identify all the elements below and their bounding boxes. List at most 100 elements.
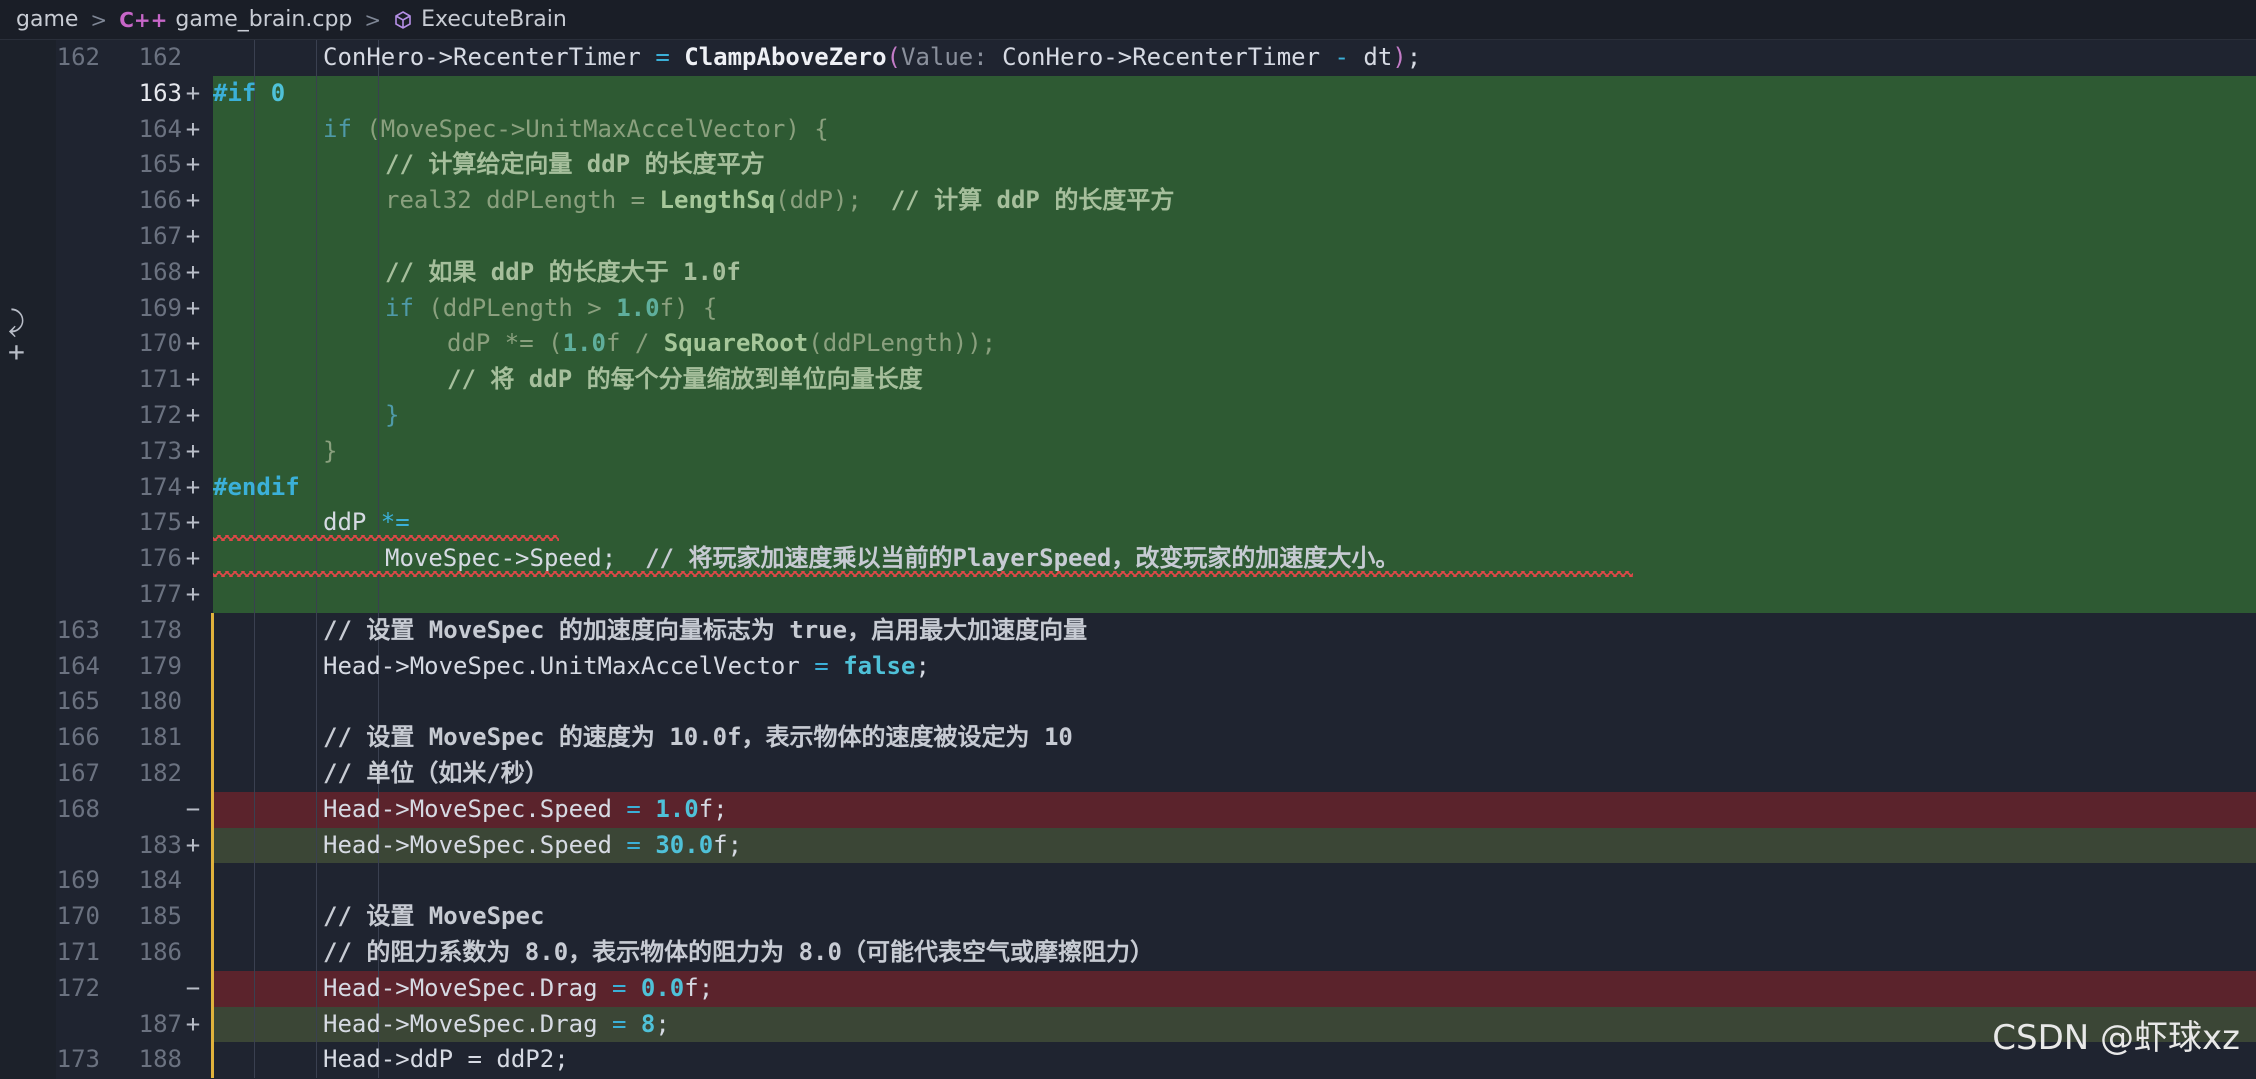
code-line[interactable]: 173 +} [0,433,2256,470]
old-line-number [50,398,100,434]
code-line[interactable]: 187 + Head->MoveSpec.Drag = 8; [0,1006,2256,1043]
code-line[interactable]: 171 186 // 的阻力系数为 8.0，表示物体的阻力为 8.0（可能代表空气或… [0,935,2256,971]
code-token: = [597,973,641,1002]
code-text: Head->MoveSpec.Speed = 1.0f; [213,792,728,828]
breadcrumb-file[interactable]: game_brain.cpp [175,7,352,32]
code-line[interactable]: 171 + // 将 ddP 的每个分量缩放到单位向量长度 [0,362,2256,398]
added-marker: + [185,293,201,322]
code-token: if [323,114,352,143]
code-text: ddP *= (1.0f / SquareRoot(ddPLength)); [213,326,996,362]
old-line-number: 166 [56,723,100,752]
code-token: Head->MoveSpec.UnitMaxAccelVector [323,651,800,680]
indent-guide [378,219,379,255]
removed-marker: − [185,973,201,1002]
indent-guide [378,433,379,470]
line-highlight [213,577,2256,613]
code-token: ; [915,651,930,680]
code-token: ConHero->RecenterTimer [987,43,1335,71]
added-marker: + [185,78,201,107]
code-line[interactable]: 163 178 // 设置 MoveSpec 的加速度向量标志为 true，启用最大… [0,612,2256,649]
code-line[interactable]: 165 + // 计算给定向量 ddP 的长度平方 [0,147,2256,184]
code-token: Head->MoveSpec.Drag [323,973,598,1002]
code-line[interactable]: 164 + if (MoveSpec->UnitMaxAccelVector) { [0,111,2256,148]
code-token: // 单位（如米/秒） [323,759,549,787]
indent-guide [316,684,317,721]
watermark: CSDN @虾球xz [1992,1018,2240,1058]
code-line[interactable]: 167 182 // 单位（如米/秒） [0,756,2256,792]
code-line[interactable]: 166 181 // 设置 MoveSpec 的速度为 10.0f，表示物体的速度被… [0,720,2256,756]
new-line-number [124,792,182,828]
indent-guide [254,863,255,900]
code-token: ddP *= ( [447,329,563,358]
gutter-marker [181,613,205,649]
code-token: real32 ddPLength = [385,186,660,215]
code-token: 0 [270,78,286,107]
gutter-marker [181,863,205,899]
code-token: 0.0 [640,973,685,1002]
new-line-number: 172 [138,401,182,429]
code-token: ; [1406,43,1422,71]
breadcrumb-symbol[interactable]: ExecuteBrain [421,7,567,32]
line-highlight [213,433,2256,470]
old-line-number [50,434,100,470]
code-line[interactable]: 169 + if (ddPLength > 1.0f) { [0,290,2256,327]
code-line[interactable]: 170 185 // 设置 MoveSpec [0,899,2256,935]
code-text: // 将 ddP 的每个分量缩放到单位向量长度 [213,362,923,398]
new-line-number: 176 [138,544,182,573]
added-marker: + [185,222,201,250]
code-text: // 如果 ddP 的长度大于 1.0f [213,255,741,291]
old-line-number: 163 [56,615,100,644]
code-line[interactable]: 183 + Head->MoveSpec.Speed = 30.0f; [0,827,2256,864]
code-line[interactable]: 172 +} [0,398,2256,434]
code-line[interactable]: 169 184 [0,863,2256,900]
breadcrumb-root[interactable]: game [16,7,78,32]
code-token: Head->MoveSpec.Drag [323,1009,598,1038]
code-line[interactable]: 168− Head->MoveSpec.Speed = 1.0f; [0,791,2256,828]
code-text: Head->MoveSpec.Drag = 0.0f; [213,971,713,1007]
code-line[interactable]: 168 + // 如果 ddP 的长度大于 1.0f [0,254,2256,291]
code-token: f; [684,973,714,1002]
code-token: ( [886,43,901,71]
new-line-number: 175 [138,508,182,537]
new-line-number: 170 [138,329,182,358]
code-line[interactable]: 172− Head->MoveSpec.Drag = 0.0f; [0,970,2256,1007]
code-line[interactable]: 166 + real32 ddPLength = LengthSq(ddP); //… [0,183,2256,219]
gutter-marker [181,756,205,792]
new-line-number: 188 [138,1045,182,1074]
old-line-number: 167 [56,759,100,787]
code-line[interactable]: 174 + #endif [0,469,2256,506]
indent-guide [378,684,379,721]
code-token: Head->MoveSpec.Speed [323,794,612,823]
code-line[interactable]: 164 179 Head->MoveSpec.UnitMaxAccelVector … [0,648,2256,685]
code-token: (ddPLength)); [808,329,997,358]
code-line[interactable]: 173 188 Head->ddP = ddP2; [0,1042,2256,1079]
code-token: f) { [659,293,718,322]
code-line[interactable]: 162 162 ConHero->RecenterTimer = ClampAbov… [0,40,2256,76]
gutter-marker [181,899,205,935]
code-text: // 计算给定向量 ddP 的长度平方 [213,147,765,183]
gutter-marker [181,935,205,971]
code-token: = [611,794,656,823]
old-line-number: 164 [56,651,100,680]
diff-editor[interactable]: ⤸ + 162 162 ConHero->RecenterTimer = Clamp… [0,40,2256,1079]
code-token: = [640,43,685,71]
code-token: 1.0 [562,329,606,358]
code-line[interactable]: 163 + #if 0 [0,75,2256,112]
code-token: 1.0 [655,794,699,823]
indent-guide [316,863,317,900]
code-line[interactable]: 167 + [0,219,2256,255]
line-highlight [213,75,2256,112]
code-text: // 设置 MoveSpec 的加速度向量标志为 true，启用最大加速度向量 [213,613,1087,649]
code-token: Value: [901,43,988,71]
code-text: } [213,434,337,470]
indent-guide [316,469,317,506]
line-highlight [213,219,2256,255]
code-line[interactable]: 170 + ddP *= (1.0f / SquareRoot(ddPLength)… [0,326,2256,363]
code-token: MoveSpec->Speed; [385,544,646,573]
code-line[interactable]: 177 + [0,577,2256,613]
code-token: f / [605,329,664,358]
code-token: ) [1392,43,1407,71]
code-token: // 计算 ddP 的长度平方 [890,186,1175,215]
indent-guide [316,577,317,613]
code-line[interactable]: 165 180 [0,684,2256,721]
